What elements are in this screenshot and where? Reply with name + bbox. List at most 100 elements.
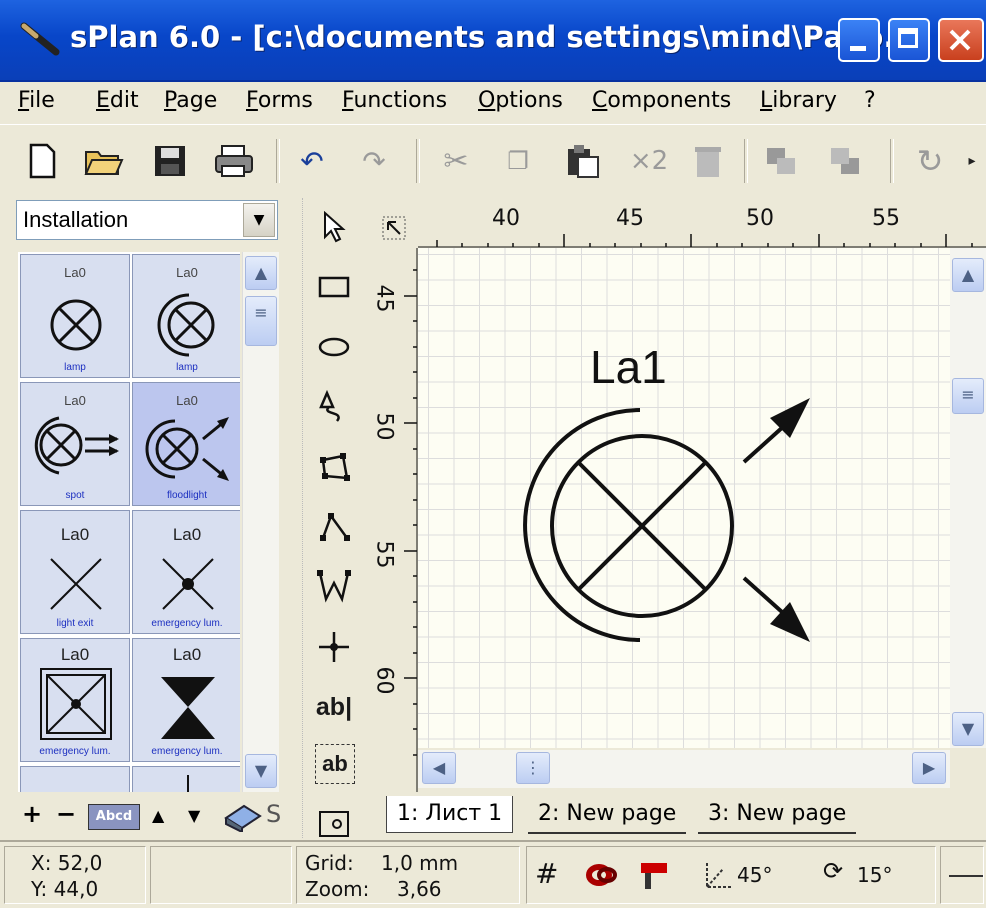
emergency-lum-symbol-icon	[162, 558, 214, 610]
ruler-label: 55	[371, 540, 397, 569]
bezier-icon[interactable]	[311, 564, 357, 610]
rectangle-icon[interactable]	[311, 264, 357, 310]
grid-label: Grid:	[305, 851, 354, 875]
library-item-lamp[interactable]: La0 lamp	[132, 254, 240, 378]
ruler-ticks	[404, 248, 418, 792]
bring-front-icon[interactable]	[826, 141, 866, 181]
angle-snap-value[interactable]: 45°	[737, 863, 772, 887]
menu-options[interactable]: Options	[478, 88, 563, 113]
status-empty-panel	[150, 846, 292, 904]
close-button[interactable]	[938, 18, 984, 62]
move-up-icon[interactable]: ▲	[152, 806, 164, 825]
toolbar-separator	[276, 139, 280, 183]
rotate-step-value[interactable]: 15°	[857, 863, 892, 887]
drawing-canvas[interactable]: La1	[418, 248, 950, 748]
grid-toggle-icon[interactable]: #	[535, 857, 558, 890]
rename-button[interactable]: Abcd	[88, 804, 140, 830]
library-book-icon[interactable]	[222, 800, 262, 832]
scroll-down-icon[interactable]: ▼	[245, 754, 277, 788]
remove-icon[interactable]: −	[56, 800, 76, 828]
search-label[interactable]: S	[266, 800, 281, 828]
library-item-emergency-lum[interactable]: La0 emergency lum.	[132, 638, 240, 762]
ruler-origin-icon[interactable]	[382, 216, 406, 240]
floodlight-symbol-icon	[145, 417, 229, 481]
paste-multiple-icon[interactable]: ×2	[624, 141, 674, 181]
pointer-icon[interactable]	[311, 204, 357, 250]
ellipse-icon[interactable]	[311, 324, 357, 370]
angle-icon	[706, 863, 731, 888]
cursor-x: X: 52,0	[31, 851, 103, 875]
minimize-icon	[850, 46, 866, 51]
ruler-label: 45	[371, 284, 397, 313]
scroll-down-icon[interactable]: ▼	[952, 712, 984, 746]
minimize-button[interactable]	[838, 18, 880, 62]
snap-magnet-icon[interactable]	[585, 861, 619, 889]
cut-icon[interactable]: ✂	[436, 141, 476, 181]
library-item-partial[interactable]	[20, 766, 130, 792]
scroll-left-icon[interactable]: ◀	[422, 752, 456, 784]
menu-edit[interactable]: Edit	[96, 88, 139, 113]
lamp-arc-symbol-icon	[157, 293, 215, 357]
library-item-spot[interactable]: La0 spot	[20, 382, 130, 506]
item-name: emergency lum.	[39, 746, 111, 757]
chevron-down-icon[interactable]: ▼	[243, 203, 275, 237]
send-back-icon[interactable]	[762, 141, 802, 181]
polygon-icon[interactable]	[311, 444, 357, 490]
menu-library[interactable]: Library	[760, 88, 837, 113]
library-item-lamp[interactable]: La0 lamp	[20, 254, 130, 378]
scroll-thumb[interactable]: ≡	[952, 378, 984, 414]
menu-page[interactable]: Page	[164, 88, 217, 113]
add-icon[interactable]: +	[22, 800, 42, 828]
maximize-button[interactable]	[888, 18, 930, 62]
library-item-light-exit[interactable]: La0 light exit	[20, 510, 130, 634]
scroll-thumb[interactable]: ≡	[245, 296, 277, 346]
image-tool-icon[interactable]	[311, 798, 357, 844]
library-item-floodlight[interactable]: La0 floodlight	[132, 382, 240, 506]
menu-help[interactable]: ?	[864, 88, 876, 113]
canvas-horizontal-scrollbar[interactable]: ◀ ⋮ ▶	[418, 750, 950, 788]
title-bar[interactable]: sPlan 6.0 - [c:\documents and settings\m…	[0, 0, 986, 82]
text-tool-button[interactable]: ab|	[311, 684, 357, 730]
emergency-lum-box-symbol-icon	[40, 668, 112, 740]
tab-page-1[interactable]: 1: Лист 1	[386, 796, 514, 833]
line-style-panel[interactable]	[940, 846, 984, 904]
library-select[interactable]: Installation ▼	[16, 200, 278, 240]
library-bottom-bar: + − Abcd ▲ ▼ S	[16, 796, 286, 836]
menu-forms[interactable]: Forms	[246, 88, 313, 113]
scroll-thumb[interactable]: ⋮	[516, 752, 550, 784]
scroll-up-icon[interactable]: ▲	[245, 256, 277, 290]
library-item-emergency-lum[interactable]: La0 emergency lum.	[20, 638, 130, 762]
menu-components[interactable]: Components	[592, 88, 731, 113]
new-file-icon[interactable]	[22, 141, 62, 181]
canvas-vertical-scrollbar[interactable]: ▲ ≡ ▼	[950, 248, 986, 748]
junction-icon[interactable]	[311, 624, 357, 670]
print-icon[interactable]	[214, 141, 254, 181]
menu-file[interactable]: File	[18, 88, 55, 113]
paste-icon[interactable]	[562, 141, 602, 181]
textbox-tool-button[interactable]: ab	[315, 744, 355, 784]
redo-icon[interactable]: ↷	[354, 141, 394, 181]
tab-page-2[interactable]: 2: New page	[528, 796, 687, 834]
scroll-up-icon[interactable]: ▲	[952, 258, 984, 292]
toolbar-separator	[744, 139, 748, 183]
rotate-icon[interactable]: ↻	[910, 141, 950, 181]
menu-functions[interactable]: Functions	[342, 88, 447, 113]
move-down-icon[interactable]: ▼	[188, 806, 200, 825]
ruler-label: 60	[371, 666, 397, 695]
floodlight-symbol[interactable]	[418, 248, 950, 748]
open-folder-icon[interactable]	[84, 141, 124, 181]
polyline-icon[interactable]	[311, 504, 357, 550]
undo-icon[interactable]: ↶	[292, 141, 332, 181]
toolbar-overflow-icon[interactable]: ▸	[962, 141, 982, 181]
library-item-partial[interactable]	[132, 766, 240, 792]
save-icon[interactable]	[150, 141, 190, 181]
ruler-label: 45	[616, 206, 644, 231]
scroll-right-icon[interactable]: ▶	[912, 752, 946, 784]
pen-tool-icon[interactable]	[637, 859, 671, 891]
freehand-icon[interactable]	[311, 384, 357, 430]
library-scrollbar[interactable]: ▲ ≡ ▼	[242, 252, 279, 792]
delete-icon[interactable]	[688, 141, 728, 181]
tab-page-3[interactable]: 3: New page	[698, 796, 857, 834]
library-item-emergency-lum[interactable]: La0 emergency lum.	[132, 510, 240, 634]
copy-icon[interactable]: ❐	[498, 141, 538, 181]
